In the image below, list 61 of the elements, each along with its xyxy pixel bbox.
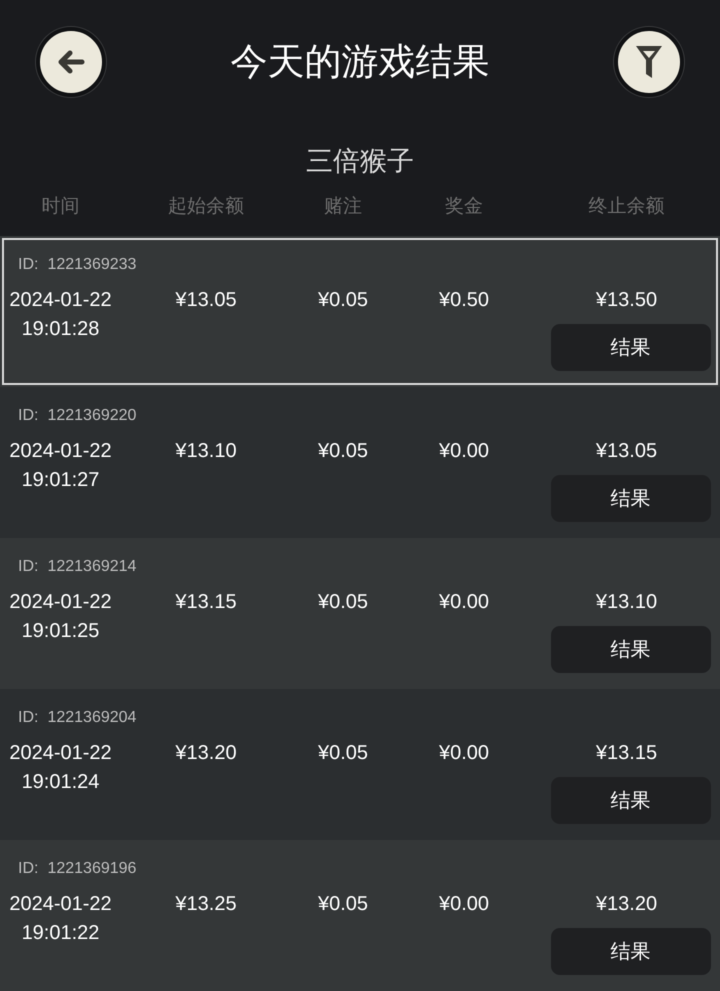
column-header: 起始余额 [168,195,244,219]
start-balance: ¥13.25 [175,892,237,916]
column-header: 时间 [42,195,80,219]
id-value: 1221369196 [47,859,136,879]
page-title: 今天的游戏结果 [230,40,490,84]
back-icon [57,50,85,74]
date-text: 2024-01-22 [9,288,112,312]
start-balance: ¥13.10 [175,439,237,463]
time-text: 19:01:22 [22,921,100,945]
result-button[interactable]: 结果 [550,475,710,522]
column-header: 奖金 [445,195,483,219]
result-button[interactable]: 结果 [550,928,710,975]
bet-amount: ¥0.05 [318,741,368,765]
time-text: 19:01:28 [22,317,100,341]
date-text: 2024-01-22 [9,439,112,463]
prize-amount: ¥0.50 [438,288,490,312]
end-balance: ¥13.15 [596,741,658,765]
id-label: ID: [18,406,38,426]
end-balance: ¥13.10 [596,590,658,614]
end-balance: ¥13.20 [596,892,658,916]
result-button[interactable]: 结果 [550,324,710,371]
bet-amount: ¥0.05 [318,288,368,312]
end-balance: ¥13.50 [596,288,658,312]
bet-amount: ¥0.05 [318,439,368,463]
time-text: 19:01:27 [22,468,100,492]
prize-amount: ¥0.00 [438,741,490,765]
result-row[interactable]: ID: 1221369233 2024-01-22 19:01:28 ¥13.05 ¥0.05 ¥0.50 ¥13.50 结果 [0,236,720,387]
time-text: 19:01:25 [22,619,100,643]
id-value: 1221369214 [47,557,136,577]
id-label: ID: [18,859,38,879]
start-balance: ¥13.15 [175,590,237,614]
end-balance: ¥13.05 [596,439,658,463]
prize-amount: ¥0.00 [438,439,490,463]
date-text: 2024-01-22 [9,741,112,765]
column-header: 赌注 [324,195,362,219]
filter-button[interactable] [614,27,684,97]
result-button[interactable]: 结果 [550,777,710,824]
bet-amount: ¥0.05 [318,892,368,916]
id-value: 1221369220 [47,406,136,426]
bet-amount: ¥0.05 [318,590,368,614]
prize-amount: ¥0.00 [438,892,490,916]
date-text: 2024-01-22 [9,590,112,614]
id-value: 1221369204 [47,708,136,728]
start-balance: ¥13.20 [175,741,237,765]
id-label: ID: [18,255,38,275]
id-label: ID: [18,708,38,728]
id-label: ID: [18,557,38,577]
back-button[interactable] [36,27,106,97]
result-row[interactable]: ID: 1221369196 2024-01-22 19:01:22 ¥13.25 ¥0.05 ¥0.00 ¥13.20 结果 [0,840,720,991]
date-text: 2024-01-22 [9,892,112,916]
time-text: 19:01:24 [22,770,100,794]
result-row[interactable]: ID: 1221369204 2024-01-22 19:01:24 ¥13.20 ¥0.05 ¥0.00 ¥13.15 结果 [0,689,720,840]
start-balance: ¥13.05 [175,288,237,312]
result-row[interactable]: ID: 1221369214 2024-01-22 19:01:25 ¥13.15 ¥0.05 ¥0.00 ¥13.10 结果 [0,538,720,689]
result-button[interactable]: 结果 [550,626,710,673]
game-name: 三倍猴子 [306,145,414,177]
id-value: 1221369233 [47,255,136,275]
filter-icon [635,45,663,79]
prize-amount: ¥0.00 [438,590,490,614]
result-row[interactable]: ID: 1221369220 2024-01-22 19:01:27 ¥13.10 ¥0.05 ¥0.00 ¥13.05 结果 [0,387,720,538]
column-header: 终止余额 [588,195,664,219]
